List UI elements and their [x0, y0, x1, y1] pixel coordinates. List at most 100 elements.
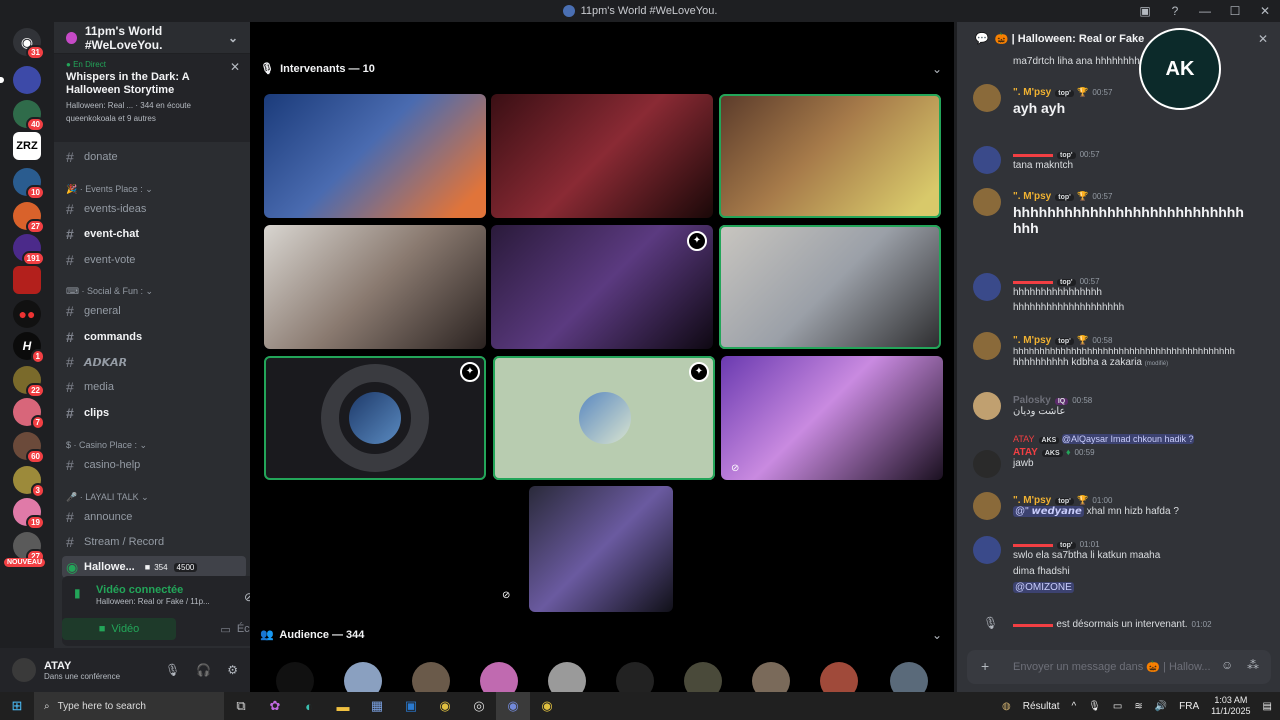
close-button[interactable]: ✕	[1250, 4, 1280, 18]
user-mention[interactable]: @OMIZONE	[1013, 582, 1074, 593]
chevron-down-icon[interactable]: ⌄	[932, 628, 942, 642]
help-icon[interactable]: ?	[1160, 4, 1190, 18]
speaker-tile[interactable]	[719, 94, 941, 218]
windows-start-icon[interactable]: ⊞	[0, 692, 34, 720]
user-mention[interactable]: @" 𝙬𝙚𝙙𝙮𝙖𝙣𝙚	[1013, 506, 1084, 517]
avatar[interactable]	[973, 392, 1001, 420]
avatar[interactable]	[973, 84, 1001, 112]
channel-announce[interactable]: # announce	[62, 506, 246, 528]
guild-icon[interactable]: 3	[13, 466, 45, 498]
guild-icon[interactable]	[13, 266, 41, 294]
avatar[interactable]	[973, 332, 1001, 360]
author-name[interactable]: ▬▬▬▬	[1013, 276, 1053, 287]
headphones-icon[interactable]: 🎧	[196, 663, 211, 677]
author-name[interactable]: ". M'psy	[1013, 495, 1051, 506]
outlook-icon[interactable]: ▣	[394, 692, 428, 720]
channel-media[interactable]: # media	[62, 376, 246, 398]
speaker-tile[interactable]: ✦	[491, 225, 713, 349]
author-name[interactable]: ". M'psy	[1013, 191, 1051, 202]
speaker-tile[interactable]: ⊘	[721, 356, 943, 480]
add-attachment-icon[interactable]: +	[981, 658, 989, 674]
author-name[interactable]: ". M'psy	[1013, 87, 1051, 98]
avatar[interactable]	[973, 273, 1001, 301]
avatar[interactable]	[973, 536, 1001, 564]
author-name[interactable]: ▬▬▬▬	[1013, 149, 1053, 160]
inbox-icon[interactable]: ▣	[1130, 4, 1160, 18]
discord-taskbar-icon[interactable]: ◉	[496, 692, 530, 720]
author-name[interactable]: Palosky	[1013, 395, 1051, 406]
avatar[interactable]	[973, 146, 1001, 174]
guild-icon[interactable]: 191	[13, 234, 45, 266]
speaker-tile[interactable]	[491, 94, 713, 218]
volume-icon[interactable]: 🔊	[1155, 701, 1167, 712]
channel-event-vote[interactable]: # event-vote	[62, 249, 246, 271]
network-icon[interactable]: ▭	[1113, 701, 1122, 712]
guild-icon[interactable]: 60	[13, 432, 45, 464]
obs-icon[interactable]: ◎	[462, 692, 496, 720]
speaker-tile[interactable]	[719, 225, 941, 349]
taskbar-search[interactable]: ⌕ Type here to search	[34, 692, 224, 720]
author-name[interactable]: ▬▬▬▬	[1013, 539, 1053, 550]
channel-commands[interactable]: # commands	[62, 326, 246, 348]
weather-label[interactable]: Résultat	[1023, 701, 1060, 712]
avatar[interactable]	[12, 658, 36, 682]
channel-casino-help[interactable]: # casino-help	[62, 454, 246, 476]
channel-halloween-stage[interactable]: ◉ Hallowe... ■ 354 4500	[62, 556, 246, 578]
video-button[interactable]: ■ Vidéo	[62, 618, 176, 640]
wifi-icon[interactable]: ≋	[1134, 701, 1142, 712]
guild-icon[interactable]: H1	[13, 332, 45, 364]
guild-icon[interactable]	[0, 66, 41, 94]
avatar[interactable]	[973, 188, 1001, 216]
copilot-icon[interactable]: ✿	[258, 692, 292, 720]
channel-stream-record[interactable]: # Stream / Record	[62, 531, 246, 553]
guild-icon[interactable]: 10	[13, 168, 45, 200]
channel-event-chat[interactable]: # event-chat	[62, 223, 246, 245]
channel-general[interactable]: # general	[62, 300, 246, 322]
apps-icon[interactable]: ⁂	[1247, 658, 1259, 672]
task-view-icon[interactable]: ⧉	[224, 692, 258, 720]
store-icon[interactable]: ▦	[360, 692, 394, 720]
weather-icon[interactable]: ◍	[1002, 701, 1011, 712]
edge-icon[interactable]: ◐	[292, 692, 326, 720]
close-icon[interactable]: ✕	[230, 60, 240, 74]
speaker-tile[interactable]: ✦	[264, 356, 486, 480]
pin-icon[interactable]: ✦	[689, 362, 709, 382]
language-label[interactable]: FRA	[1179, 701, 1199, 712]
maximize-button[interactable]: ☐	[1220, 4, 1250, 18]
chrome-icon[interactable]: ◉	[428, 692, 462, 720]
message-composer[interactable]: + Envoyer un message dans 🎃 | Hallow... …	[967, 650, 1271, 684]
category-events[interactable]: 🎉 · Events Place : ⌄	[66, 184, 153, 195]
author-name[interactable]: ". M'psy	[1013, 335, 1051, 346]
speaker-tile[interactable]	[264, 225, 486, 349]
channel-events-ideas[interactable]: # events-ideas	[62, 198, 246, 220]
guild-icon[interactable]: 27	[13, 202, 45, 234]
microphone-icon[interactable]: 🎙	[165, 663, 180, 677]
channel-clips[interactable]: # clips	[62, 402, 246, 424]
minimize-button[interactable]: —	[1190, 4, 1220, 18]
server-header[interactable]: 11pm's World #WeLoveYou. ⌄	[54, 22, 250, 54]
category-social[interactable]: ⌨ · Social & Fun : ⌄	[66, 286, 153, 297]
guild-icon[interactable]: ●●	[13, 300, 41, 328]
clock[interactable]: 1:03 AM 11/1/2025	[1211, 695, 1250, 717]
gear-icon[interactable]: ⚙	[227, 663, 238, 677]
pin-icon[interactable]: ✦	[687, 231, 707, 251]
channel-adkar[interactable]: # 𝘼𝘿𝙆𝘼𝙍	[62, 351, 246, 373]
speaker-tile[interactable]	[264, 94, 486, 218]
speaker-tile[interactable]	[529, 486, 673, 612]
notification-icon[interactable]: ▤	[1263, 701, 1272, 712]
tray-chevron-icon[interactable]: ^	[1071, 701, 1076, 712]
guild-icon[interactable]: ZRZ	[13, 132, 41, 160]
live-event-card[interactable]: ● En Direct Whispers in the Dark: A Hall…	[54, 54, 250, 142]
guild-icon[interactable]: 7	[13, 398, 45, 430]
category-layali[interactable]: 🎤 · LAYALI TALK ⌄	[66, 492, 149, 503]
avatar[interactable]	[973, 492, 1001, 520]
speaker-tile[interactable]: ✦	[493, 356, 715, 480]
direct-messages-button[interactable]: ◉ 31	[13, 28, 45, 60]
microphone-tray-icon[interactable]: 🎙	[1088, 701, 1101, 712]
category-casino[interactable]: $ · Casino Place : ⌄	[66, 440, 147, 451]
author-name[interactable]: ATAY	[1013, 447, 1038, 458]
guild-icon[interactable]: 19	[13, 498, 45, 530]
channel-donate[interactable]: # donate	[62, 146, 246, 168]
emoji-icon[interactable]: ☺	[1221, 658, 1233, 672]
file-explorer-icon[interactable]: ▬	[326, 692, 360, 720]
